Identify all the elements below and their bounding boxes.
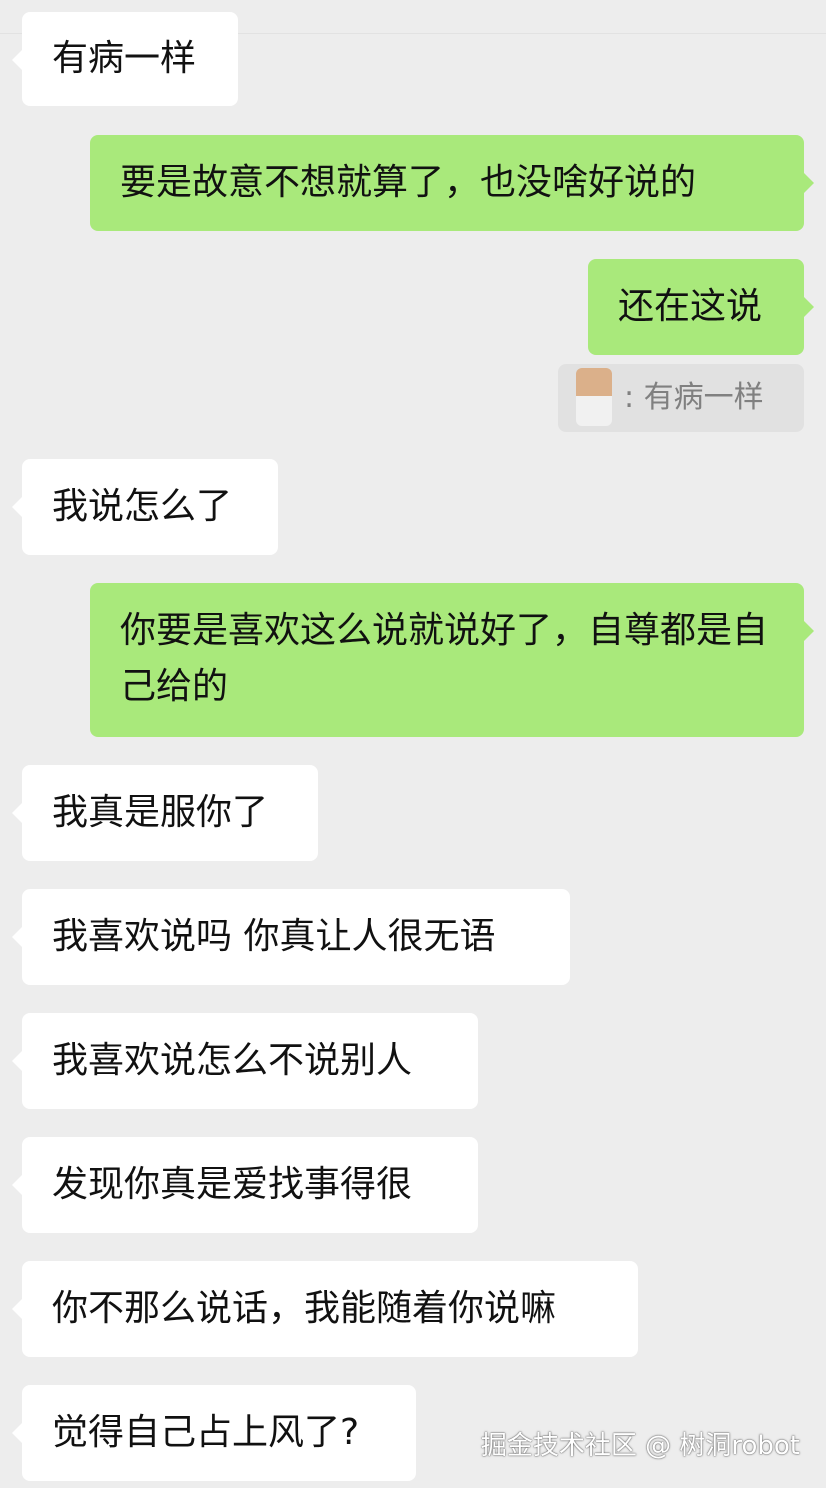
quoted-sender-avatar [576,368,612,426]
watermark: 掘金技术社区 @ 树洞robot [480,1431,800,1461]
outgoing-message-bubble[interactable]: 还在这说 [588,259,814,355]
incoming-message-bubble[interactable]: 你不那么说话，我能随着你说嘛 [12,1261,638,1357]
outgoing-message-bubble[interactable]: 你要是喜欢这么说就说好了，自尊都是自己给的 [90,583,814,737]
incoming-message-bubble[interactable]: 我喜欢说怎么不说别人 [12,1013,478,1109]
outgoing-message-bubble[interactable]: 要是故意不想就算了，也没啥好说的 [90,135,814,231]
quoted-message-text: : 有病一样 [624,380,764,415]
quoted-message[interactable]: : 有病一样 [558,364,804,432]
incoming-message-bubble[interactable]: 我说怎么了 [12,459,278,555]
incoming-message-bubble[interactable]: 觉得自己占上风了? [12,1385,416,1481]
incoming-message-bubble[interactable]: 有病一样 [12,12,238,106]
incoming-message-bubble[interactable]: 我喜欢说吗 你真让人很无语 [12,889,570,985]
incoming-message-bubble[interactable]: 发现你真是爱找事得很 [12,1137,478,1233]
incoming-message-bubble[interactable]: 我真是服你了 [12,765,318,861]
